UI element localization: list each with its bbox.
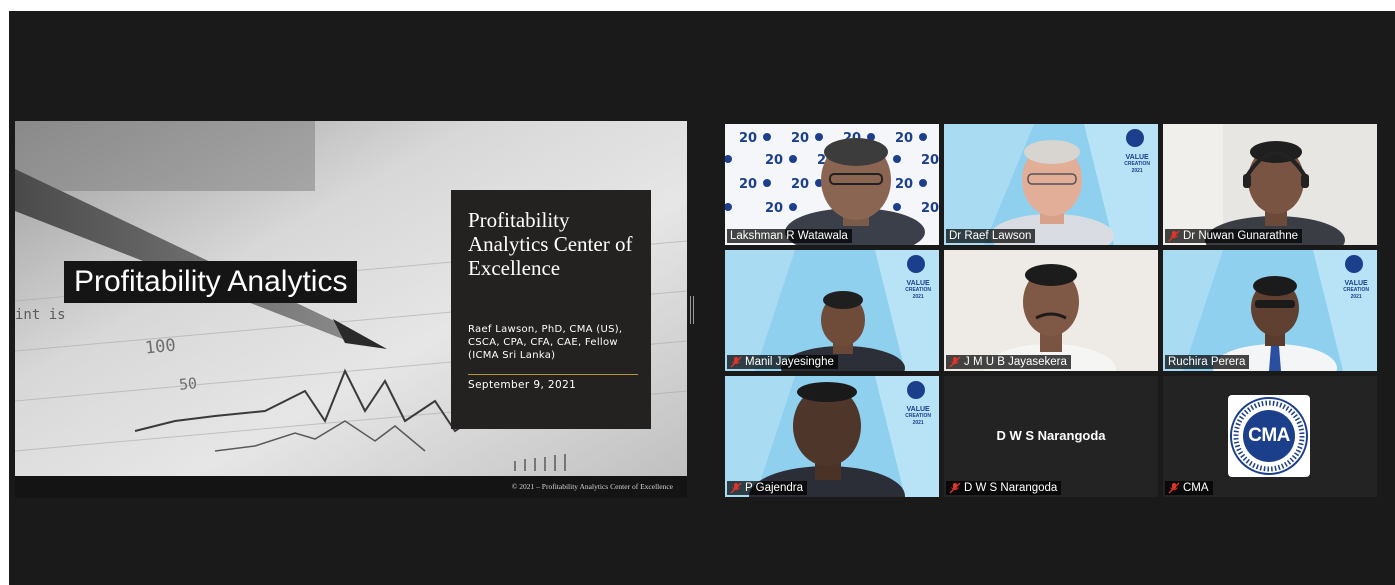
- mic-muted-icon: [730, 356, 742, 368]
- backdrop-value-text: VALUE: [906, 280, 930, 287]
- participant-name: P Gajendra: [745, 482, 803, 494]
- view-splitter-handle[interactable]: [690, 296, 694, 324]
- participant-name-tag: Ruchira Perera: [1165, 355, 1250, 369]
- participant-tile-raef-lawson[interactable]: VALUE CREATION 2021 Dr Raef Lawson: [944, 124, 1158, 245]
- participant-video: 20202020 202020 202020 2020: [725, 124, 939, 245]
- cma-logo: CMA: [1228, 395, 1310, 477]
- slide-background-text: int is: [15, 307, 66, 323]
- slide-footer-text: © 2021 – Profitability Analytics Center …: [511, 482, 673, 491]
- backdrop-value-text: VALUE: [1344, 280, 1368, 287]
- participant-name-tag: Dr Raef Lawson: [946, 229, 1036, 243]
- participant-video: [944, 124, 1158, 245]
- participant-name: D W S Narangoda: [964, 482, 1058, 494]
- cma-logo-text: CMA: [1248, 425, 1290, 446]
- slide-panel-date: September 9, 2021: [468, 379, 577, 391]
- mic-muted-icon: [949, 482, 961, 494]
- participant-name: J M U B Jayasekera: [964, 356, 1067, 368]
- backdrop-year-text: 2021: [1131, 168, 1143, 174]
- svg-text:20: 20: [739, 177, 757, 192]
- svg-text:20: 20: [895, 177, 913, 192]
- participant-name: Lakshman R Watawala: [730, 230, 848, 242]
- participant-video: [1163, 124, 1377, 245]
- participant-video: [1163, 250, 1377, 371]
- participant-tile-manil[interactable]: VALUE CREATION 2021 Manil Jayesinghe: [725, 250, 939, 371]
- participant-tile-jayasekera[interactable]: J M U B Jayasekera: [944, 250, 1158, 371]
- backdrop-value-creation: VALUE CREATION 2021: [905, 280, 931, 301]
- mic-muted-icon: [730, 482, 742, 494]
- participant-name-tag: Dr Nuwan Gunarathne: [1165, 229, 1303, 243]
- svg-text:20: 20: [765, 201, 783, 216]
- backdrop-value-text: VALUE: [1125, 154, 1149, 161]
- backdrop-creation-text: CREATION: [905, 413, 931, 419]
- svg-text:20: 20: [765, 153, 783, 168]
- shared-screen[interactable]: 100 50 int is Profitability Analytics Pr…: [15, 121, 687, 498]
- participant-name-tag: CMA: [1165, 481, 1213, 495]
- svg-text:20: 20: [739, 131, 757, 146]
- participant-video: [944, 250, 1158, 371]
- svg-text:20: 20: [791, 177, 809, 192]
- backdrop-value-creation: VALUE CREATION 2021: [1124, 154, 1150, 175]
- participant-name-tag: Lakshman R Watawala: [727, 229, 852, 243]
- participant-name: Ruchira Perera: [1168, 356, 1246, 368]
- participant-tile-cma[interactable]: CMA CMA: [1163, 376, 1377, 497]
- svg-text:20: 20: [895, 131, 913, 146]
- backdrop-value-text: VALUE: [906, 406, 930, 413]
- slide-title-box: Profitability Analytics: [64, 261, 358, 303]
- participant-tile-gajendra[interactable]: VALUE CREATION 2021 P Gajendra: [725, 376, 939, 497]
- slide-chart-tick-100: 100: [144, 335, 177, 359]
- participant-name: Dr Raef Lawson: [949, 230, 1032, 242]
- slide-panel-divider: [468, 374, 638, 375]
- svg-text:20: 20: [921, 201, 939, 216]
- slide-title: Profitability Analytics: [74, 265, 348, 298]
- participant-tile-ruchira[interactable]: VALUE CREATION 2021 Ruchira Perera: [1163, 250, 1377, 371]
- backdrop-creation-text: CREATION: [905, 287, 931, 293]
- backdrop-year-text: 2021: [912, 294, 924, 300]
- slide-panel-author: Raef Lawson, PhD, CMA (US), CSCA, CPA, C…: [468, 324, 623, 361]
- participant-name-tag: Manil Jayesinghe: [727, 355, 838, 369]
- participant-name: Manil Jayesinghe: [745, 356, 834, 368]
- participant-name-tag: P Gajendra: [727, 481, 807, 495]
- participant-name-tag: J M U B Jayasekera: [946, 355, 1071, 369]
- mic-muted-icon: [1168, 482, 1180, 494]
- backdrop-creation-text: CREATION: [1343, 287, 1369, 293]
- backdrop-year-text: 2021: [1350, 294, 1362, 300]
- svg-text:20: 20: [791, 131, 809, 146]
- mic-muted-icon: [1168, 230, 1180, 242]
- slide-chart-tick-50: 50: [178, 374, 198, 394]
- participant-name-tag: D W S Narangoda: [946, 481, 1062, 495]
- slide-panel-title: Profitability Analytics Center of Excell…: [468, 208, 633, 280]
- slide-footer: © 2021 – Profitability Analytics Center …: [15, 476, 687, 498]
- participant-video: [725, 376, 939, 497]
- video-off-name: D W S Narangoda: [996, 428, 1106, 443]
- backdrop-value-creation: VALUE CREATION 2021: [1343, 280, 1369, 301]
- backdrop-year-text: 2021: [912, 420, 924, 426]
- participant-tile-nuwan[interactable]: Dr Nuwan Gunarathne: [1163, 124, 1377, 245]
- mic-muted-icon: [949, 356, 961, 368]
- participant-tile-narangoda[interactable]: D W S Narangoda D W S Narangoda: [944, 376, 1158, 497]
- backdrop-value-creation: VALUE CREATION 2021: [905, 406, 931, 427]
- participant-name: Dr Nuwan Gunarathne: [1183, 230, 1299, 242]
- participant-name: CMA: [1183, 482, 1209, 494]
- svg-text:20: 20: [921, 153, 939, 168]
- participant-tile-lakshman[interactable]: 20202020 202020 202020 2020 Lakshman R W…: [725, 124, 939, 245]
- slide-info-panel: Profitability Analytics Center of Excell…: [451, 190, 651, 429]
- participant-video: [725, 250, 939, 371]
- backdrop-creation-text: CREATION: [1124, 161, 1150, 167]
